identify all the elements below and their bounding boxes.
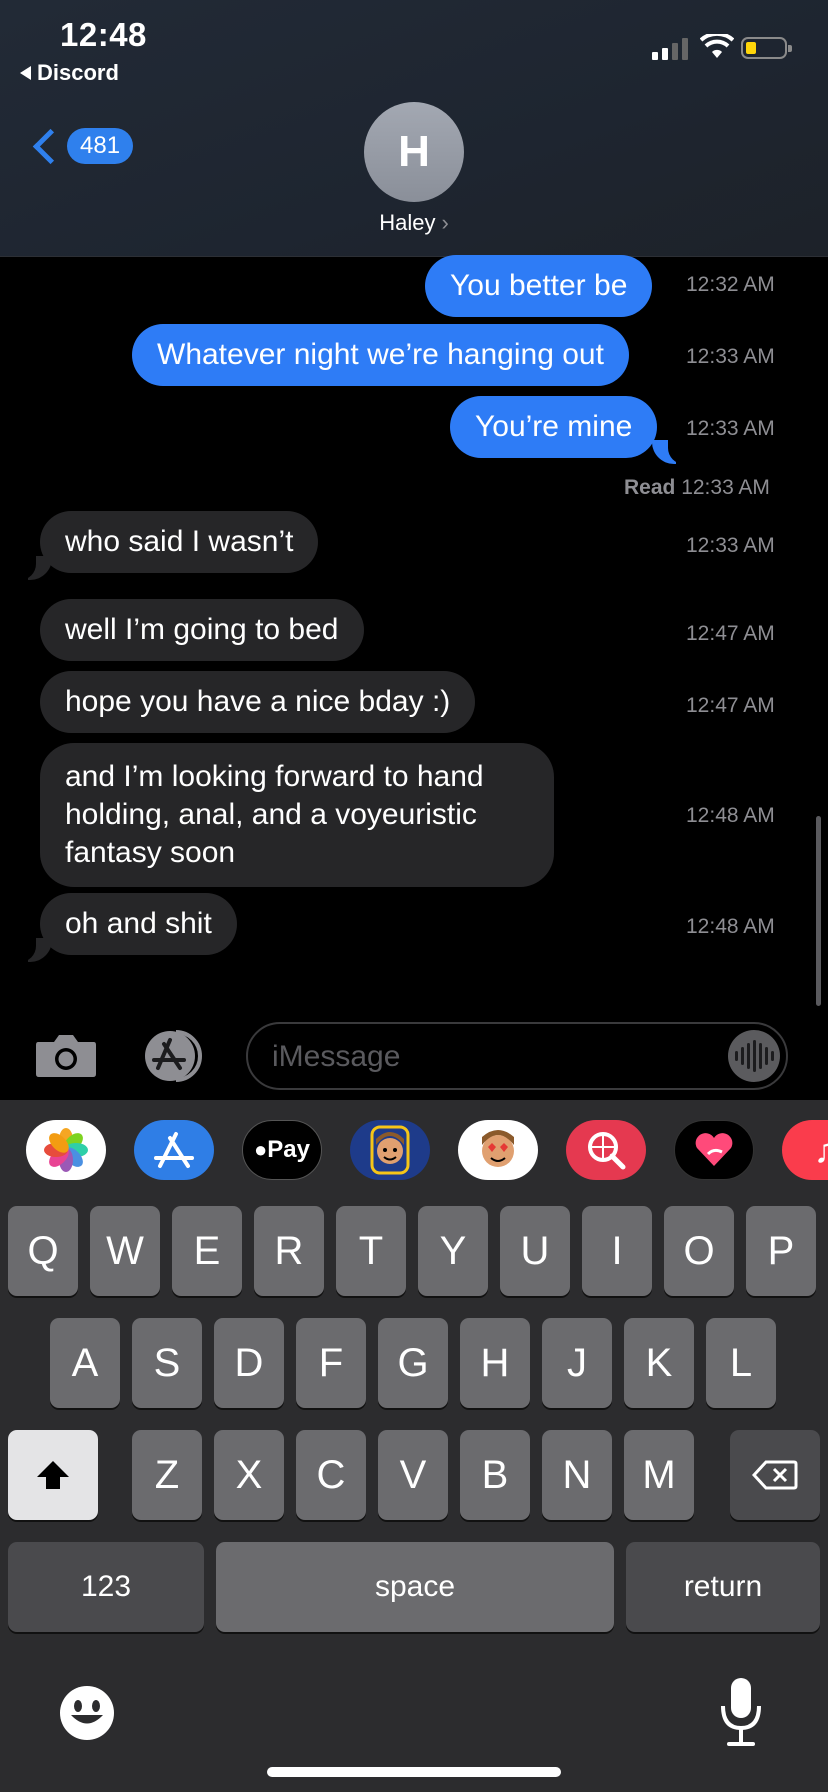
bubble-tail	[16, 550, 52, 580]
message-timestamp: 12:47 AM	[686, 694, 775, 717]
read-time: 12:33 AM	[681, 476, 770, 499]
message-placeholder: iMessage	[272, 1040, 401, 1073]
key-p[interactable]: P	[746, 1206, 816, 1296]
message-line: and I’m looking forward to hand	[65, 760, 484, 793]
key-z[interactable]: Z	[132, 1430, 202, 1520]
scrollbar[interactable]	[816, 816, 821, 1006]
key-b[interactable]: B	[460, 1430, 530, 1520]
received-message-bubble[interactable]: well I’m going to bed	[40, 599, 364, 661]
dictation-microphone-icon[interactable]	[718, 1676, 764, 1748]
read-receipt: Read 12:33 AM	[624, 476, 770, 500]
chevron-left-icon	[32, 128, 69, 164]
bubble-tail	[652, 434, 688, 464]
return-key[interactable]: return	[626, 1542, 820, 1632]
key-f[interactable]: F	[296, 1318, 366, 1408]
back-app-label: Discord	[37, 60, 119, 85]
sent-message-bubble[interactable]: You’re mine	[450, 396, 658, 458]
key-i[interactable]: I	[582, 1206, 652, 1296]
message-timestamp: 12:48 AM	[686, 804, 775, 827]
message-line: fantasy soon	[65, 836, 236, 869]
key-y[interactable]: Y	[418, 1206, 488, 1296]
app-store-app-icon[interactable]	[134, 1120, 214, 1180]
apple-pay-app-icon[interactable]: ● Pay	[242, 1120, 322, 1180]
message-timestamp: 12:33 AM	[686, 345, 775, 368]
digital-touch-icon	[695, 1133, 733, 1166]
key-w[interactable]: W	[90, 1206, 160, 1296]
music-icon: ♫	[813, 1129, 828, 1170]
sent-message-bubble[interactable]: Whatever night we’re hanging out	[132, 324, 629, 386]
memoji-app-icon[interactable]	[350, 1120, 430, 1180]
memoji-stickers-icon	[482, 1130, 514, 1167]
key-r[interactable]: R	[254, 1206, 324, 1296]
delete-key[interactable]	[730, 1430, 820, 1520]
key-u[interactable]: U	[500, 1206, 570, 1296]
contact-name-button[interactable]: Haley ›	[0, 210, 828, 236]
back-to-app-link[interactable]: Discord	[20, 60, 119, 86]
memoji-icon	[370, 1125, 410, 1175]
contact-avatar[interactable]: H	[364, 102, 464, 202]
key-l[interactable]: L	[706, 1318, 776, 1408]
key-g[interactable]: G	[378, 1318, 448, 1408]
message-input[interactable]: iMessage	[246, 1022, 788, 1090]
app-store-icon	[154, 1132, 194, 1168]
shift-key[interactable]	[8, 1430, 98, 1520]
shift-icon	[37, 1461, 69, 1489]
audio-message-button[interactable]	[728, 1030, 780, 1082]
home-indicator[interactable]	[267, 1767, 561, 1777]
received-message-bubble[interactable]: oh and shit	[40, 893, 237, 955]
space-key[interactable]: space	[216, 1542, 614, 1632]
contact-name: Haley	[379, 210, 436, 235]
key-o[interactable]: O	[664, 1206, 734, 1296]
battery-icon	[741, 37, 792, 59]
back-button[interactable]: 481	[32, 128, 134, 164]
received-message-bubble[interactable]: who said I wasn’t	[40, 511, 319, 573]
received-message-bubble[interactable]: and I’m looking forward to hand holding,…	[40, 743, 554, 887]
key-v[interactable]: V	[378, 1430, 448, 1520]
apple-pay-icon: ●	[254, 1137, 268, 1162]
back-arrow-icon	[20, 66, 31, 80]
read-label: Read	[624, 476, 676, 499]
web-search-icon	[588, 1132, 626, 1170]
key-m[interactable]: M	[624, 1430, 694, 1520]
app-store-button[interactable]	[140, 1028, 210, 1084]
key-x[interactable]: X	[214, 1430, 284, 1520]
status-time: 12:48	[60, 16, 147, 53]
key-j[interactable]: J	[542, 1318, 612, 1408]
apple-pay-label: Pay	[267, 1136, 310, 1163]
unread-count-badge: 481	[67, 128, 134, 164]
delete-icon	[752, 1460, 798, 1490]
key-t[interactable]: T	[336, 1206, 406, 1296]
digital-touch-app-icon[interactable]	[674, 1120, 754, 1180]
key-c[interactable]: C	[296, 1430, 366, 1520]
key-h[interactable]: H	[460, 1318, 530, 1408]
message-timestamp: 12:33 AM	[686, 534, 775, 557]
photos-icon	[44, 1128, 88, 1172]
camera-button[interactable]	[34, 1032, 98, 1078]
sent-message-bubble[interactable]: You better be	[425, 255, 653, 317]
key-d[interactable]: D	[214, 1318, 284, 1408]
numbers-key[interactable]: 123	[8, 1542, 204, 1632]
memoji-stickers-app-icon[interactable]	[458, 1120, 538, 1180]
bubble-tail	[16, 932, 52, 962]
message-timestamp: 12:33 AM	[686, 417, 775, 440]
key-a[interactable]: A	[50, 1318, 120, 1408]
emoji-icon[interactable]	[58, 1684, 116, 1742]
photos-app-icon[interactable]	[26, 1120, 106, 1180]
key-s[interactable]: S	[132, 1318, 202, 1408]
message-timestamp: 12:47 AM	[686, 622, 775, 645]
chevron-right-icon: ›	[441, 210, 449, 235]
key-q[interactable]: Q	[8, 1206, 78, 1296]
message-timestamp: 12:32 AM	[686, 273, 775, 296]
received-message-bubble[interactable]: hope you have a nice bday :)	[40, 671, 476, 733]
message-line: holding, anal, and a voyeuristic	[65, 798, 477, 831]
key-k[interactable]: K	[624, 1318, 694, 1408]
cellular-signal-icon	[652, 36, 688, 60]
wifi-icon	[700, 34, 734, 58]
key-e[interactable]: E	[172, 1206, 242, 1296]
message-timestamp: 12:48 AM	[686, 915, 775, 938]
key-n[interactable]: N	[542, 1430, 612, 1520]
web-search-app-icon[interactable]	[566, 1120, 646, 1180]
